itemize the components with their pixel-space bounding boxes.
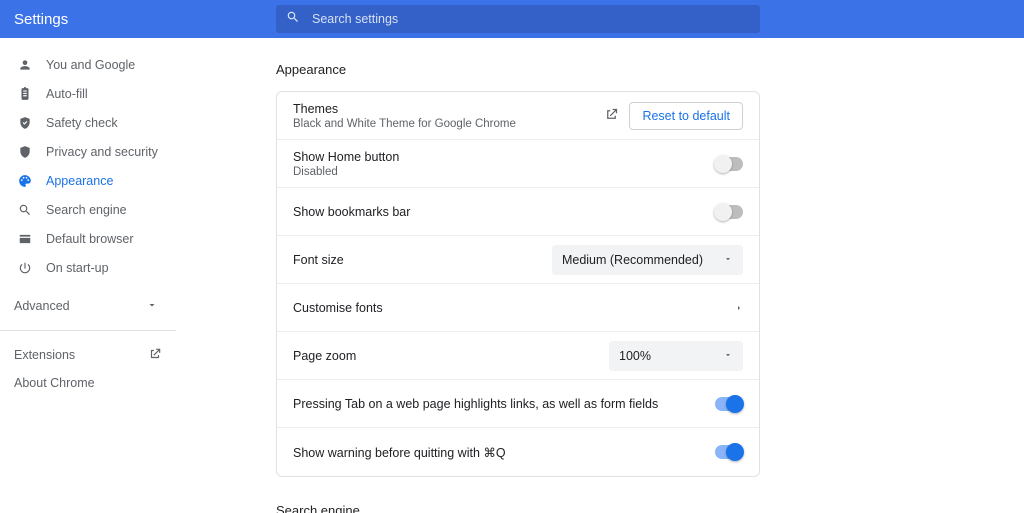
reset-to-default-button[interactable]: Reset to default xyxy=(629,102,743,130)
power-icon xyxy=(18,261,32,275)
page-title: Settings xyxy=(14,11,262,28)
sidebar-item-label: Search engine xyxy=(46,203,127,217)
search-icon xyxy=(286,10,300,29)
customise-fonts-label: Customise fonts xyxy=(293,301,735,315)
sidebar: You and Google Auto-fill Safety check Pr… xyxy=(0,38,176,513)
row-customise-fonts[interactable]: Customise fonts xyxy=(277,284,759,332)
main-panel: Appearance Themes Black and White Theme … xyxy=(176,38,1024,513)
sidebar-item-appearance[interactable]: Appearance xyxy=(0,166,176,195)
toggle-tab-highlight[interactable] xyxy=(715,397,743,411)
sidebar-divider xyxy=(0,330,176,331)
chevron-down-icon xyxy=(146,299,158,314)
advanced-label: Advanced xyxy=(14,299,70,313)
toggle-quit-warning[interactable] xyxy=(715,445,743,459)
page-zoom-value: 100% xyxy=(619,349,651,363)
row-themes[interactable]: Themes Black and White Theme for Google … xyxy=(277,92,759,140)
page-zoom-label: Page zoom xyxy=(293,349,609,363)
search-settings-field[interactable] xyxy=(276,5,760,33)
sidebar-item-advanced[interactable]: Advanced xyxy=(0,292,176,320)
row-tab-highlight: Pressing Tab on a web page highlights li… xyxy=(277,380,759,428)
palette-icon xyxy=(18,174,32,188)
appearance-card: Themes Black and White Theme for Google … xyxy=(276,91,760,477)
font-size-value: Medium (Recommended) xyxy=(562,253,703,267)
sidebar-item-label: On start-up xyxy=(46,261,109,275)
sidebar-item-label: Safety check xyxy=(46,116,118,130)
toggle-show-home-button[interactable] xyxy=(715,157,743,171)
font-size-label: Font size xyxy=(293,253,552,267)
sidebar-item-about-chrome[interactable]: About Chrome xyxy=(0,369,176,397)
themes-label: Themes xyxy=(293,102,604,116)
sidebar-item-safety-check[interactable]: Safety check xyxy=(0,108,176,137)
open-external-icon xyxy=(148,347,162,364)
chevron-right-icon xyxy=(735,301,743,315)
sidebar-item-label: Auto-fill xyxy=(46,87,88,101)
about-label: About Chrome xyxy=(14,376,95,390)
browser-icon xyxy=(18,232,32,246)
tab-highlight-label: Pressing Tab on a web page highlights li… xyxy=(293,397,715,411)
sidebar-item-privacy[interactable]: Privacy and security xyxy=(0,137,176,166)
sidebar-item-label: Appearance xyxy=(46,174,113,188)
section-title-search-engine: Search engine xyxy=(276,503,760,513)
row-font-size: Font size Medium (Recommended) xyxy=(277,236,759,284)
page-zoom-select[interactable]: 100% xyxy=(609,341,743,371)
row-page-zoom: Page zoom 100% xyxy=(277,332,759,380)
sidebar-item-on-startup[interactable]: On start-up xyxy=(0,253,176,282)
row-show-bookmarks-bar: Show bookmarks bar xyxy=(277,188,759,236)
home-button-sublabel: Disabled xyxy=(293,166,715,178)
toggle-show-bookmarks-bar[interactable] xyxy=(715,205,743,219)
sidebar-item-extensions[interactable]: Extensions xyxy=(0,341,176,369)
home-button-label: Show Home button xyxy=(293,150,715,164)
sidebar-item-label: Privacy and security xyxy=(46,145,158,159)
bookmarks-bar-label: Show bookmarks bar xyxy=(293,205,715,219)
chevron-down-icon xyxy=(703,253,733,267)
clipboard-icon xyxy=(18,87,32,101)
top-bar: Settings xyxy=(0,0,1024,38)
extensions-label: Extensions xyxy=(14,348,75,362)
themes-sublabel: Black and White Theme for Google Chrome xyxy=(293,118,604,130)
search-settings-input[interactable] xyxy=(312,12,750,26)
row-quit-warning: Show warning before quitting with ⌘Q xyxy=(277,428,759,476)
section-title-appearance: Appearance xyxy=(276,62,760,77)
sidebar-item-label: Default browser xyxy=(46,232,134,246)
sidebar-item-you-and-google[interactable]: You and Google xyxy=(0,50,176,79)
font-size-select[interactable]: Medium (Recommended) xyxy=(552,245,743,275)
person-icon xyxy=(18,58,32,72)
sidebar-item-label: You and Google xyxy=(46,58,135,72)
sidebar-item-default-browser[interactable]: Default browser xyxy=(0,224,176,253)
sidebar-item-search-engine[interactable]: Search engine xyxy=(0,195,176,224)
search-icon xyxy=(18,203,32,217)
shield-icon xyxy=(18,145,32,159)
chevron-down-icon xyxy=(703,349,733,363)
quit-warning-label: Show warning before quitting with ⌘Q xyxy=(293,445,715,460)
sidebar-item-auto-fill[interactable]: Auto-fill xyxy=(0,79,176,108)
open-external-icon[interactable] xyxy=(604,107,619,125)
shield-check-icon xyxy=(18,116,32,130)
row-show-home-button: Show Home button Disabled xyxy=(277,140,759,188)
